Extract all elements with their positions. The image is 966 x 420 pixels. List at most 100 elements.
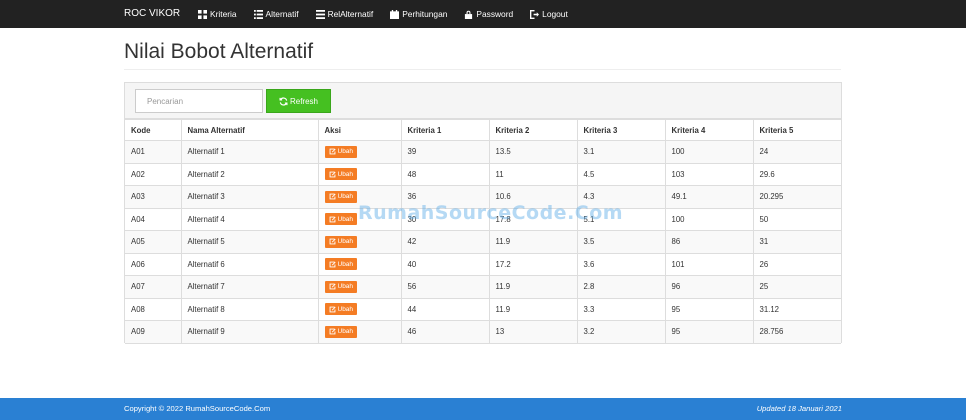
cell-kriteria-1: 39 <box>400 140 490 164</box>
nav-item-label: Logout <box>542 9 568 19</box>
nav-item-alternatif[interactable]: Alternatif <box>253 0 299 28</box>
cell-nama: Alternatif 1 <box>180 140 319 164</box>
ubah-label: Ubah <box>337 328 354 336</box>
ubah-button[interactable]: Ubah <box>324 145 358 158</box>
table-row: A01 Alternatif 1 Ubah 39 13.5 3.1 100 24 <box>125 140 841 164</box>
ubah-label: Ubah <box>337 260 354 268</box>
cell-aksi: Ubah <box>317 275 402 299</box>
cell-kriteria-5: 25 <box>752 275 841 299</box>
ubah-button[interactable]: Ubah <box>324 168 358 181</box>
edit-icon <box>329 283 336 290</box>
table-row: A06 Alternatif 6 Ubah 40 17.2 3.6 101 26 <box>125 252 841 276</box>
cell-kriteria-4: 103 <box>664 162 754 186</box>
nav-item-relalternatif[interactable]: RelAlternatif <box>315 0 373 28</box>
cell-kriteria-4: 86 <box>664 230 754 254</box>
cell-kode: A07 <box>125 275 182 299</box>
search-input[interactable] <box>135 89 263 113</box>
refresh-button[interactable]: Refresh <box>266 89 331 113</box>
cell-kriteria-4: 101 <box>664 252 754 276</box>
table-row: A07 Alternatif 7 Ubah 56 11.9 2.8 96 25 <box>125 275 841 299</box>
table-row: A04 Alternatif 4 Ubah 30 17.8 5.1 100 50 <box>125 207 841 231</box>
ubah-label: Ubah <box>337 305 354 313</box>
cell-kriteria-2: 13 <box>488 320 578 344</box>
cell-kriteria-5: 29.6 <box>752 162 841 186</box>
cell-kriteria-2: 11.9 <box>488 297 578 321</box>
top-navbar: ROC VIKOR Kriteria Alternatif RelAlterna… <box>0 0 966 28</box>
ubah-button[interactable]: Ubah <box>324 190 358 203</box>
cell-kriteria-2: 11.9 <box>488 230 578 254</box>
calendar-icon <box>390 9 400 19</box>
col-header-kriteria-1: Kriteria 1 <box>400 119 490 141</box>
ubah-button[interactable]: Ubah <box>324 213 358 226</box>
ubah-button[interactable]: Ubah <box>324 303 358 316</box>
cell-nama: Alternatif 3 <box>180 185 319 209</box>
nav-item-kriteria[interactable]: Kriteria <box>198 0 237 28</box>
cell-kriteria-4: 95 <box>664 297 754 321</box>
brand-logo[interactable]: ROC VIKOR <box>124 0 180 28</box>
cell-kriteria-5: 24 <box>752 140 841 164</box>
ubah-button[interactable]: Ubah <box>324 280 358 293</box>
cell-kriteria-4: 100 <box>664 207 754 231</box>
ubah-label: Ubah <box>337 148 354 156</box>
ubah-label: Ubah <box>337 283 354 291</box>
cell-kriteria-3: 2.8 <box>576 275 666 299</box>
cell-kriteria-1: 56 <box>400 275 490 299</box>
cell-kriteria-5: 20.295 <box>752 185 841 209</box>
lock-icon <box>465 10 473 19</box>
list-icon <box>253 9 263 19</box>
nav-item-password[interactable]: Password <box>464 0 513 28</box>
cell-nama: Alternatif 6 <box>180 252 319 276</box>
edit-icon <box>329 216 336 223</box>
cell-kriteria-2: 10.6 <box>488 185 578 209</box>
cell-nama: Alternatif 9 <box>180 320 319 344</box>
ubah-button[interactable]: Ubah <box>324 235 358 248</box>
col-header-kode: Kode <box>125 119 182 141</box>
ubah-button[interactable]: Ubah <box>324 325 358 338</box>
cell-kriteria-2: 11.9 <box>488 275 578 299</box>
cell-kode: A09 <box>125 320 182 344</box>
ubah-button[interactable]: Ubah <box>324 258 358 271</box>
table-row: A05 Alternatif 5 Ubah 42 11.9 3.5 86 31 <box>125 230 841 254</box>
cell-kode: A02 <box>125 162 182 186</box>
cell-kriteria-2: 13.5 <box>488 140 578 164</box>
col-header-kriteria-5: Kriteria 5 <box>752 119 841 141</box>
cell-kriteria-3: 3.3 <box>576 297 666 321</box>
nav-item-label: Perhitungan <box>402 9 448 19</box>
edit-icon <box>329 261 336 268</box>
cell-kode: A05 <box>125 230 182 254</box>
cell-aksi: Ubah <box>317 230 402 254</box>
cell-kriteria-1: 30 <box>400 207 490 231</box>
cell-kriteria-3: 3.1 <box>576 140 666 164</box>
nav-item-perhitungan[interactable]: Perhitungan <box>390 0 447 28</box>
nav-menu: Kriteria Alternatif RelAlternatif Perhit… <box>198 0 585 28</box>
cell-kriteria-1: 42 <box>400 230 490 254</box>
cell-nama: Alternatif 5 <box>180 230 319 254</box>
cell-kriteria-2: 17.8 <box>488 207 578 231</box>
cell-kriteria-3: 4.3 <box>576 185 666 209</box>
cell-kriteria-1: 40 <box>400 252 490 276</box>
cell-aksi: Ubah <box>317 207 402 231</box>
cell-kriteria-2: 17.2 <box>488 252 578 276</box>
cell-kriteria-1: 36 <box>400 185 490 209</box>
cell-nama: Alternatif 2 <box>180 162 319 186</box>
cell-kriteria-4: 100 <box>664 140 754 164</box>
col-header-nama: Nama Alternatif <box>180 119 319 141</box>
cell-kode: A08 <box>125 297 182 321</box>
cell-kriteria-5: 31 <box>752 230 841 254</box>
cell-kriteria-5: 26 <box>752 252 841 276</box>
cell-kriteria-4: 49.1 <box>664 185 754 209</box>
table-row: A03 Alternatif 3 Ubah 36 10.6 4.3 49.1 20.295 <box>125 185 841 209</box>
nav-item-logout[interactable]: Logout <box>530 0 568 28</box>
table-row: A02 Alternatif 2 Ubah 48 11 4.5 103 29.6 <box>125 162 841 186</box>
table-row: A09 Alternatif 9 Ubah 46 13 3.2 95 28.756 <box>125 320 841 344</box>
footer-copyright: Copyright © 2022 RumahSourceCode.Com <box>124 404 271 413</box>
list-alt-icon <box>315 9 325 19</box>
refresh-icon <box>279 96 288 106</box>
data-panel: Refresh Kode Nama Alternatif Aksi Kriter… <box>124 82 842 344</box>
edit-icon <box>329 148 336 155</box>
cell-kriteria-1: 48 <box>400 162 490 186</box>
nav-item-label: Alternatif <box>265 9 299 19</box>
page-title: Nilai Bobot Alternatif <box>124 40 314 63</box>
ubah-label: Ubah <box>337 193 354 201</box>
table-row: A08 Alternatif 8 Ubah 44 11.9 3.3 95 31.12 <box>125 297 841 321</box>
